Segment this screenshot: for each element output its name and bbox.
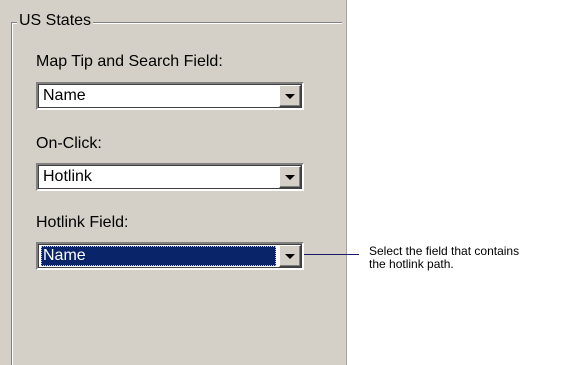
groupbox-title: US States	[17, 11, 94, 31]
properties-panel: US States Map Tip and Search Field: Name…	[0, 0, 347, 365]
chevron-down-icon	[285, 175, 295, 180]
callout-line-2: the hotlink path.	[369, 257, 454, 271]
on-click-dropdown[interactable]: Hotlink	[36, 163, 304, 191]
hotlink-field-label: Hotlink Field:	[36, 214, 129, 231]
hotlink-field-dropdown-button[interactable]	[279, 245, 301, 267]
chevron-down-icon	[285, 254, 295, 259]
us-states-groupbox	[11, 22, 342, 365]
chevron-down-icon	[285, 94, 295, 99]
map-tip-label: Map Tip and Search Field:	[36, 53, 223, 70]
map-tip-dropdown[interactable]: Name	[36, 82, 304, 110]
map-tip-dropdown-button[interactable]	[279, 85, 301, 107]
callout-line	[304, 254, 359, 255]
page: US States Map Tip and Search Field: Name…	[0, 0, 576, 365]
callout-text: Select the field that contains the hotli…	[369, 245, 574, 271]
hotlink-field-dropdown[interactable]: Name	[36, 242, 304, 270]
hotlink-field-value: Name	[41, 246, 276, 266]
map-tip-value: Name	[43, 87, 86, 104]
on-click-value: Hotlink	[43, 168, 92, 185]
on-click-label: On-Click:	[36, 135, 102, 152]
on-click-dropdown-button[interactable]	[279, 166, 301, 188]
